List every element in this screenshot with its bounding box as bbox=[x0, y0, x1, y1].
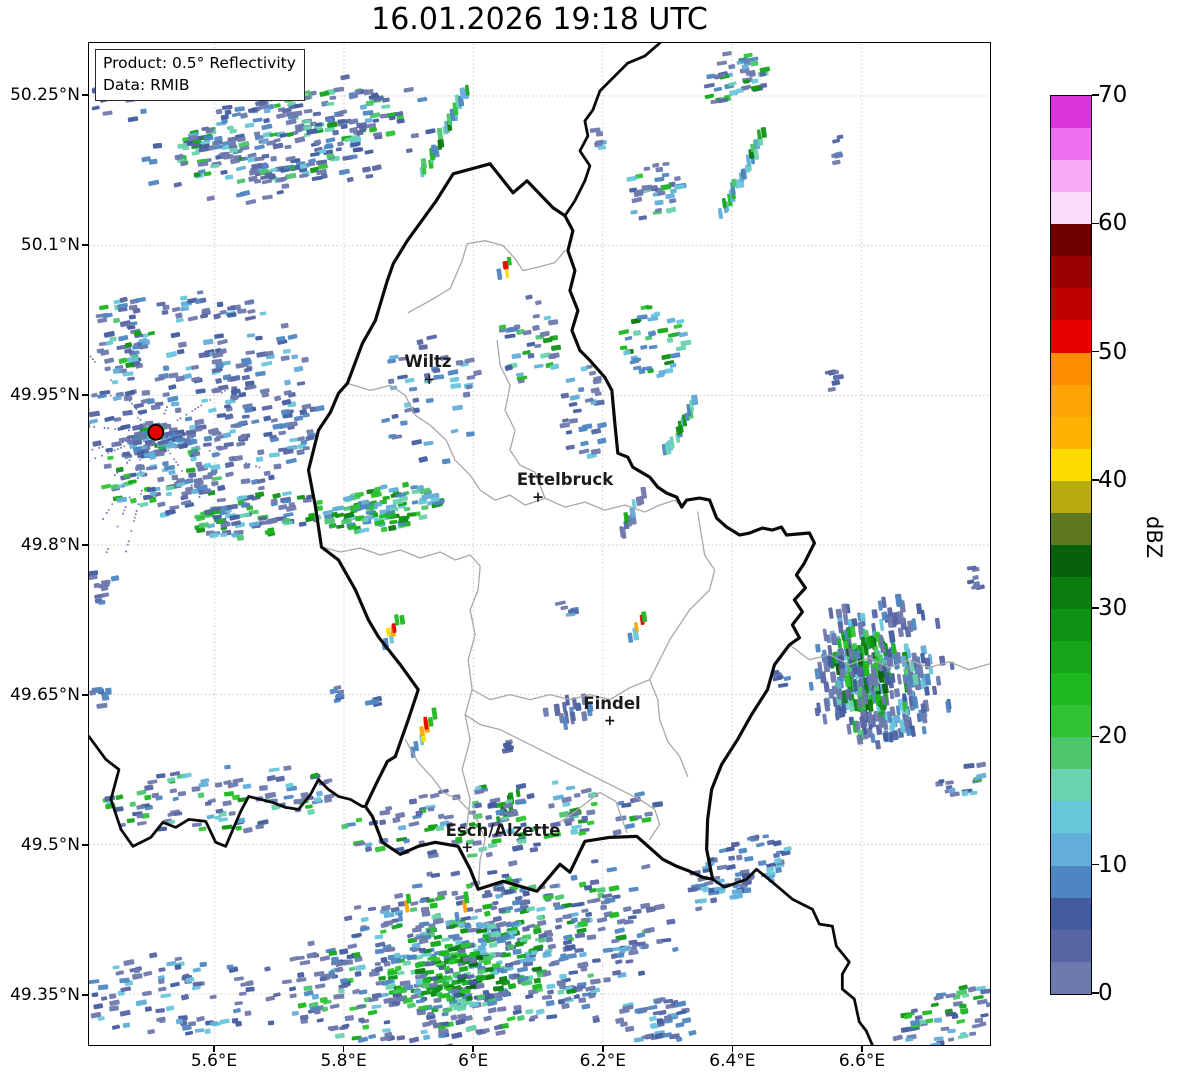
colorbar-segment bbox=[1051, 673, 1091, 706]
colorbar-tick-mark bbox=[1091, 992, 1099, 994]
city-label: Ettelbruck bbox=[516, 470, 614, 489]
product-label: Product: 0.5° Reflectivity bbox=[103, 54, 296, 72]
colorbar-segment bbox=[1051, 160, 1091, 193]
colorbar-tick-mark bbox=[1091, 863, 1099, 866]
colorbar-segment bbox=[1051, 801, 1091, 834]
lat-tick-mark bbox=[82, 94, 88, 96]
colorbar-segment bbox=[1051, 256, 1091, 289]
city-label: Esch/Alzette bbox=[445, 821, 561, 840]
map-plot: Product: 0.5° Reflectivity Data: RMIB bbox=[88, 42, 991, 1046]
colorbar-segment bbox=[1051, 929, 1091, 962]
colorbar-segment bbox=[1051, 705, 1091, 738]
colorbar-segment bbox=[1051, 128, 1091, 161]
colorbar-segment bbox=[1051, 352, 1091, 385]
lon-tick-mark bbox=[731, 1046, 734, 1052]
colorbar-tick-mark bbox=[1091, 479, 1099, 481]
colorbar-segment bbox=[1051, 448, 1091, 481]
lat-tick-mark bbox=[82, 394, 88, 396]
colorbar-unit-label: dBZ bbox=[1142, 516, 1166, 559]
colorbar-segment bbox=[1051, 320, 1091, 353]
lat-tick-label: 49.65°N bbox=[10, 685, 80, 705]
city-label: Wiltz bbox=[404, 352, 452, 371]
lat-tick-label: 50.25°N bbox=[10, 85, 80, 105]
colorbar-tick-label: 50 bbox=[1098, 338, 1128, 365]
colorbar bbox=[1050, 95, 1092, 995]
colorbar-segment bbox=[1051, 192, 1091, 225]
colorbar-tick-mark bbox=[1091, 607, 1099, 609]
colorbar-segment bbox=[1051, 576, 1091, 609]
colorbar-tick-label: 70 bbox=[1098, 82, 1128, 108]
lon-tick-mark bbox=[213, 1046, 215, 1052]
colorbar-segment bbox=[1051, 865, 1091, 898]
city-marker-icon bbox=[605, 716, 615, 726]
city-label: Findel bbox=[583, 694, 641, 713]
colorbar-segment bbox=[1051, 224, 1091, 257]
radar-figure: 16.01.2026 19:18 UTC Product: 0.5° Refle… bbox=[0, 0, 1184, 1081]
colorbar-segment bbox=[1051, 96, 1091, 129]
lon-tick-mark bbox=[861, 1046, 863, 1052]
colorbar-segment bbox=[1051, 416, 1091, 449]
colorbar-segment bbox=[1051, 609, 1091, 642]
colorbar-segment bbox=[1051, 897, 1091, 930]
colorbar-segment bbox=[1051, 384, 1091, 417]
lat-tick-label: 49.5°N bbox=[20, 835, 80, 855]
colorbar-segment bbox=[1051, 769, 1091, 802]
colorbar-tick-mark bbox=[1091, 94, 1099, 96]
lon-tick-mark bbox=[342, 1046, 345, 1052]
colorbar-tick-label: 20 bbox=[1098, 723, 1128, 750]
lat-tick-mark bbox=[82, 244, 88, 246]
lon-tick-label: 5.6°E bbox=[190, 1051, 238, 1071]
colorbar-segment bbox=[1051, 961, 1091, 994]
colorbar-tick-label: 0 bbox=[1098, 980, 1113, 1006]
figure-title: 16.01.2026 19:18 UTC bbox=[371, 2, 708, 37]
lat-tick-mark bbox=[82, 844, 88, 846]
lon-tick-label: 5.8°E bbox=[320, 1051, 367, 1071]
lat-tick-mark bbox=[82, 544, 88, 546]
radar-echo-layer bbox=[89, 51, 990, 1045]
colorbar-tick-mark bbox=[1091, 350, 1099, 353]
lon-tick-label: 6.2°E bbox=[579, 1051, 626, 1071]
colorbar-tick-label: 10 bbox=[1098, 851, 1128, 878]
radar-map bbox=[89, 43, 990, 1045]
lat-tick-label: 49.8°N bbox=[20, 535, 80, 555]
data-source-label: Data: RMIB bbox=[103, 75, 190, 94]
colorbar-segment bbox=[1051, 833, 1091, 866]
colorbar-segment bbox=[1051, 480, 1091, 513]
colorbar-tick-label: 40 bbox=[1098, 466, 1128, 493]
lat-tick-mark bbox=[82, 694, 88, 696]
lat-tick-mark bbox=[82, 994, 88, 996]
lat-tick-label: 49.95°N bbox=[10, 385, 80, 405]
country-border-layer bbox=[89, 43, 874, 1045]
lon-tick-label: 6.6°E bbox=[838, 1051, 886, 1071]
colorbar-segment bbox=[1051, 288, 1091, 321]
lon-tick-mark bbox=[602, 1046, 604, 1052]
lat-tick-label: 50.1°N bbox=[20, 235, 80, 255]
lat-tick-label: 49.35°N bbox=[10, 985, 80, 1005]
colorbar-tick-label: 60 bbox=[1098, 210, 1128, 237]
colorbar-segment bbox=[1051, 737, 1091, 770]
radar-site-icon bbox=[147, 423, 165, 441]
lon-tick-label: 6°E bbox=[458, 1051, 489, 1071]
lon-tick-mark bbox=[472, 1046, 474, 1052]
colorbar-tick-label: 30 bbox=[1098, 595, 1128, 622]
product-info-box: Product: 0.5° Reflectivity Data: RMIB bbox=[95, 49, 305, 102]
colorbar-tick-mark bbox=[1091, 222, 1099, 225]
lon-tick-label: 6.4°E bbox=[709, 1051, 756, 1071]
canton-border-layer bbox=[320, 240, 990, 890]
colorbar-segment bbox=[1051, 544, 1091, 577]
colorbar-segment bbox=[1051, 512, 1091, 545]
be-fr-border bbox=[89, 735, 367, 848]
colorbar-tick-mark bbox=[1091, 735, 1099, 738]
colorbar-segment bbox=[1051, 641, 1091, 674]
